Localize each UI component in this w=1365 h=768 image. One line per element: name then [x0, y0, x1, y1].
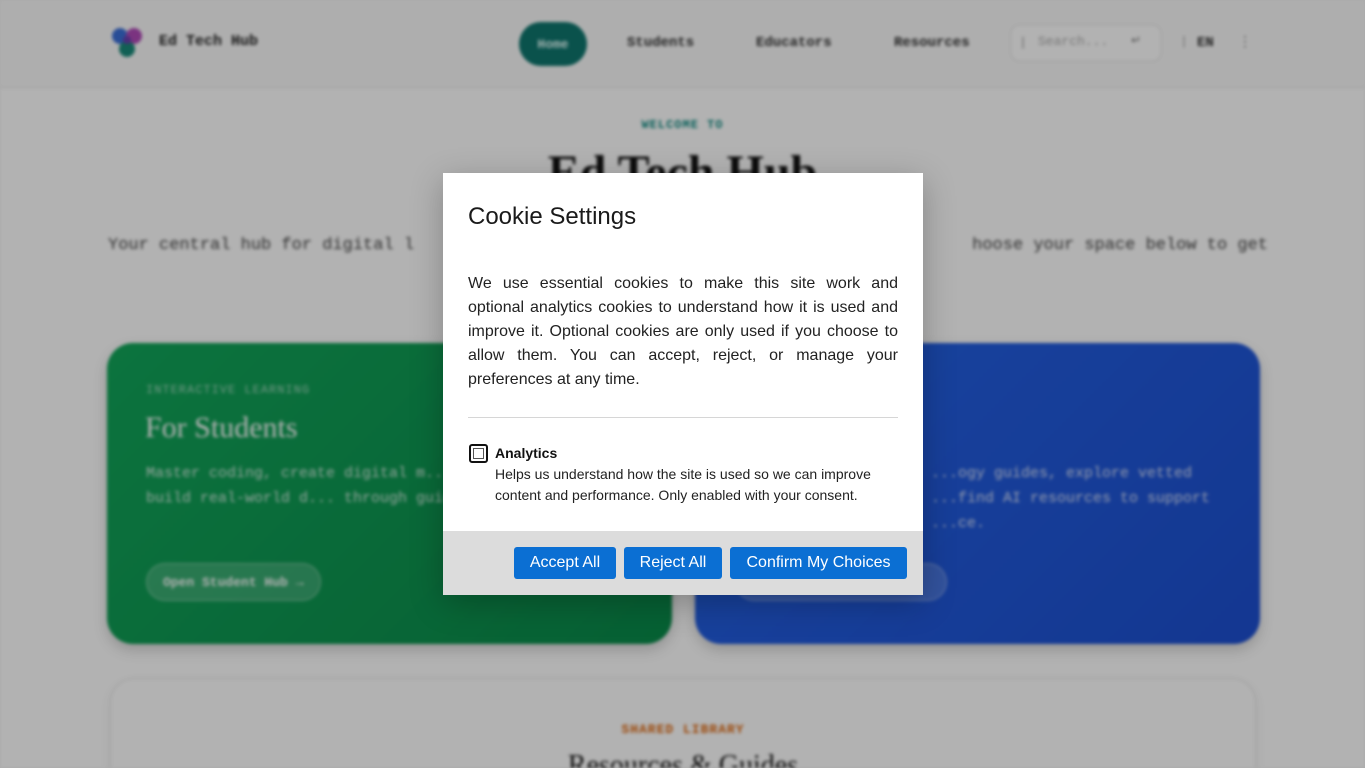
confirm-choices-button[interactable]: Confirm My Choices [730, 547, 907, 579]
cookie-dialog-body: We use essential cookies to make this si… [468, 275, 898, 388]
checkbox-inner [473, 448, 484, 459]
analytics-description: Helps us understand how the site is used… [495, 466, 871, 503]
divider [468, 417, 898, 418]
reject-all-button[interactable]: Reject All [624, 547, 722, 579]
accept-all-button[interactable]: Accept All [514, 547, 616, 579]
analytics-checkbox[interactable] [469, 444, 488, 463]
cookie-dialog-title: Cookie Settings [468, 203, 637, 230]
analytics-label[interactable]: Analytics [495, 445, 557, 461]
cookie-settings-dialog: Cookie Settings We use essential cookies… [443, 173, 923, 595]
cookie-dialog-footer: Accept All Reject All Confirm My Choices [443, 531, 923, 595]
